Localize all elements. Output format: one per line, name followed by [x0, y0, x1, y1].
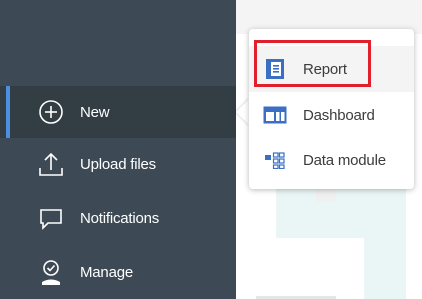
sidebar-item-label: Manage — [80, 263, 134, 281]
menu-item-report[interactable]: Report — [249, 46, 414, 92]
manage-user-icon — [36, 257, 66, 287]
background-tile — [276, 182, 406, 238]
data-module-icon — [263, 148, 287, 172]
menu-item-label: Report — [303, 60, 347, 78]
sidebar-item-upload-files[interactable]: Upload files — [0, 138, 236, 190]
flyout-pointer — [236, 98, 250, 126]
sidebar-item-label: Notifications — [80, 209, 160, 227]
upload-icon — [36, 149, 66, 179]
background-tile — [364, 238, 406, 299]
report-icon — [263, 57, 287, 81]
menu-item-data-module[interactable]: Data module — [249, 137, 414, 183]
sidebar-item-label: Upload files — [80, 155, 156, 173]
sidebar: New Upload files Notifications Manage — [0, 0, 236, 299]
sidebar-item-new[interactable]: New — [0, 86, 236, 138]
plus-circle-icon — [36, 97, 66, 127]
sidebar-item-notifications[interactable]: Notifications — [0, 192, 236, 244]
menu-item-label: Dashboard — [303, 106, 375, 124]
menu-item-dashboard[interactable]: Dashboard — [249, 92, 414, 138]
sidebar-item-label: New — [80, 103, 110, 121]
dashboard-icon — [263, 103, 287, 127]
chat-bubble-icon — [36, 203, 66, 233]
sidebar-item-manage[interactable]: Manage — [0, 246, 236, 298]
menu-item-label: Data module — [303, 151, 386, 169]
new-menu-flyout: Report Dashboard Data module — [249, 29, 414, 189]
